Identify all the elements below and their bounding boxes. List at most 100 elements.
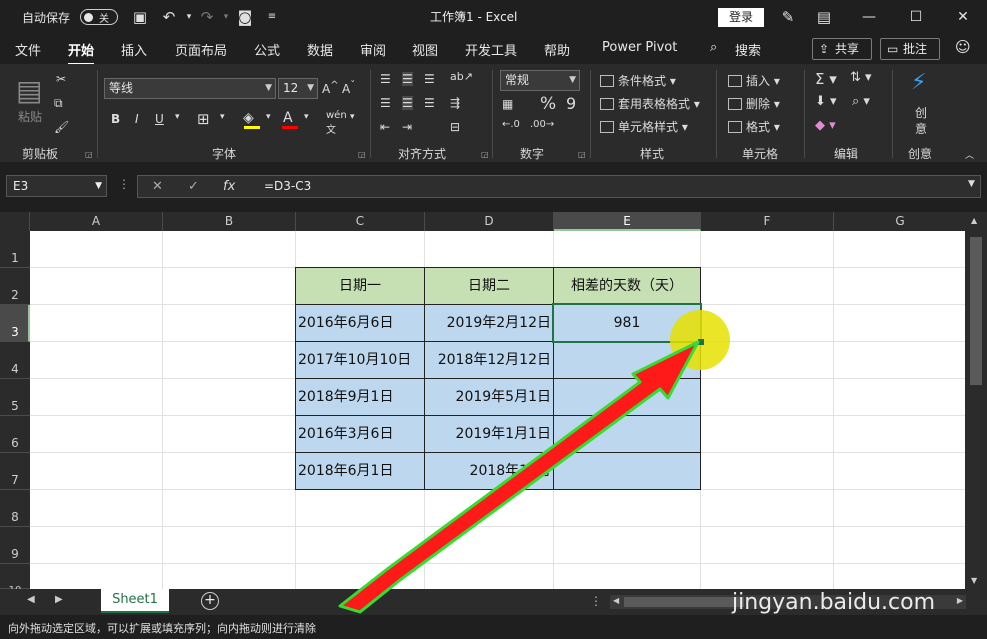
increase-font-icon[interactable]: A^	[322, 80, 339, 96]
ribbon-display-icon[interactable]: ▤	[815, 9, 833, 25]
row-header-6[interactable]: 6	[0, 416, 30, 453]
horizontal-scroll-thumb[interactable]	[624, 597, 744, 607]
create-label-2[interactable]: 意	[915, 120, 927, 137]
select-all-corner[interactable]	[0, 212, 30, 231]
sort-filter-icon[interactable]: ⇅ ▾	[850, 70, 872, 85]
row-header-7[interactable]: 7	[0, 453, 30, 490]
fill-handle[interactable]	[698, 339, 704, 345]
underline-icon[interactable]: U	[155, 112, 164, 126]
cell-d4[interactable]: 2018年12月12日	[424, 341, 554, 379]
comments-button[interactable]: ▭ 批注	[880, 38, 940, 60]
format-cells-button[interactable]: 格式 ▾	[728, 118, 780, 135]
fill-icon[interactable]: ⬇ ▾	[815, 94, 837, 109]
camera-icon[interactable]: ◙	[236, 9, 254, 25]
row-header-1[interactable]: 1	[0, 231, 30, 268]
scroll-up-icon[interactable]: ▲	[971, 216, 977, 225]
underline-dropdown-icon[interactable]: ▾	[175, 112, 180, 122]
more-options-icon[interactable]: ⋮	[118, 177, 130, 191]
format-as-table-button[interactable]: 套用表格格式 ▾	[600, 95, 700, 112]
conditional-formatting-button[interactable]: 条件格式 ▾	[600, 72, 676, 89]
font-size-combo[interactable]: 12 ▼	[278, 78, 318, 99]
clear-icon[interactable]: ◆ ▾	[815, 118, 836, 133]
customize-toolbar-icon[interactable]: ≡	[263, 9, 281, 25]
format-painter-icon[interactable]: 🖌	[54, 120, 69, 134]
search-icon[interactable]: ⌕	[710, 40, 717, 55]
cell-d7[interactable]: 2018年10月	[424, 452, 554, 490]
column-header-b[interactable]: B	[163, 212, 296, 231]
cell-d6[interactable]: 2019年1月1日	[424, 415, 554, 453]
scroll-right-icon[interactable]: ▶	[957, 596, 963, 605]
column-header-d[interactable]: D	[425, 212, 554, 231]
column-header-e[interactable]: E	[554, 212, 701, 231]
lightning-icon[interactable]: ⚡	[911, 70, 926, 95]
name-box[interactable]: E3 ▼	[6, 175, 107, 197]
add-sheet-icon[interactable]: +	[201, 592, 219, 610]
autosum-icon[interactable]: Σ ▾	[815, 70, 837, 88]
column-header-a[interactable]: A	[30, 212, 163, 231]
cut-icon[interactable]: ✂	[56, 72, 66, 86]
row-header-3[interactable]: 3	[0, 305, 30, 342]
cell-d5[interactable]: 2019年5月1日	[424, 378, 554, 416]
maximize-button[interactable]: ☐	[893, 0, 939, 34]
align-center-icon[interactable]: ☰	[402, 96, 413, 110]
font-name-combo[interactable]: 等线 ▼	[104, 78, 276, 99]
formula-input[interactable]: ✕ ✓ fx =D3-C3 ▼	[137, 175, 981, 198]
number-launcher-icon[interactable]: ◲	[578, 150, 586, 159]
row-header-9[interactable]: 9	[0, 527, 30, 564]
font-color-icon[interactable]: A	[283, 110, 293, 126]
enter-icon[interactable]: ✓	[188, 179, 199, 194]
paste-icon[interactable]: ▤	[16, 74, 42, 107]
autosave-toggle[interactable]: 关	[80, 9, 118, 25]
clipboard-launcher-icon[interactable]: ◲	[85, 150, 93, 159]
copy-icon[interactable]: ⧉	[54, 96, 63, 111]
increase-decimal-icon[interactable]: ←.0	[502, 119, 520, 130]
vertical-scrollbar[interactable]: ▲ ▼	[965, 212, 987, 589]
delete-cells-button[interactable]: 删除 ▾	[728, 95, 780, 112]
cell-c2[interactable]: 日期一	[295, 267, 425, 305]
align-left-icon[interactable]: ☰	[380, 96, 391, 110]
column-header-f[interactable]: F	[701, 212, 834, 231]
cell-c7[interactable]: 2018年6月1日	[295, 452, 425, 490]
row-header-10[interactable]: 10	[0, 564, 30, 589]
cell-c4[interactable]: 2017年10月10日	[295, 341, 425, 379]
border-icon[interactable]: ⊞	[197, 110, 210, 128]
wrap-text-icon[interactable]: ⇶	[450, 96, 460, 110]
minimize-button[interactable]: —	[846, 0, 892, 34]
comma-style-icon[interactable]: 9	[566, 94, 576, 113]
fill-color-icon[interactable]: ◈	[243, 110, 254, 126]
phonetic-dropdown-icon[interactable]: ▾	[350, 112, 355, 122]
cell-c5[interactable]: 2018年9月1日	[295, 378, 425, 416]
tab-insert[interactable]: 插入	[121, 40, 147, 59]
vertical-scroll-thumb[interactable]	[970, 237, 982, 385]
pen-icon[interactable]: ✎	[779, 9, 797, 25]
insert-cells-button[interactable]: 插入 ▾	[728, 72, 780, 89]
row-header-8[interactable]: 8	[0, 490, 30, 527]
orientation-icon[interactable]: ab↗	[450, 70, 473, 83]
decrease-decimal-icon[interactable]: .00→	[530, 119, 554, 130]
decrease-indent-icon[interactable]: ⇤	[380, 120, 390, 134]
cell-c6[interactable]: 2016年3月6日	[295, 415, 425, 453]
cell-styles-button[interactable]: 单元格样式 ▾	[600, 118, 688, 135]
alignment-launcher-icon[interactable]: ◲	[481, 150, 489, 159]
find-select-icon[interactable]: ⌕ ▾	[852, 94, 870, 109]
decrease-font-icon[interactable]: Aˇ	[342, 80, 355, 96]
undo-icon[interactable]: ↶	[160, 9, 178, 25]
scroll-down-icon[interactable]: ▼	[971, 576, 977, 585]
cell-d3[interactable]: 2019年2月12日	[424, 304, 554, 342]
bold-icon[interactable]: B	[111, 112, 120, 126]
insert-function-icon[interactable]: fx	[223, 179, 235, 194]
cancel-icon[interactable]: ✕	[152, 179, 163, 194]
row-header-5[interactable]: 5	[0, 379, 30, 416]
tab-formulas[interactable]: 公式	[254, 40, 280, 59]
percent-icon[interactable]: %	[540, 94, 556, 114]
worksheet-grid[interactable]: A B C D E F G 1 2 3 4 5 6 7 8 9 10	[0, 212, 987, 589]
tab-power-pivot[interactable]: Power Pivot	[602, 40, 677, 55]
close-button[interactable]: ✕	[940, 0, 986, 34]
next-sheet-icon[interactable]: ▶	[55, 594, 63, 605]
formula-text[interactable]: =D3-C3	[264, 179, 311, 193]
align-middle-icon[interactable]: ☰	[402, 72, 413, 86]
cell-e6[interactable]	[553, 415, 701, 453]
tab-file[interactable]: 文件	[15, 40, 41, 59]
tab-splitter-icon[interactable]: ⋮	[590, 594, 602, 608]
align-bottom-icon[interactable]: ☰	[424, 72, 435, 86]
